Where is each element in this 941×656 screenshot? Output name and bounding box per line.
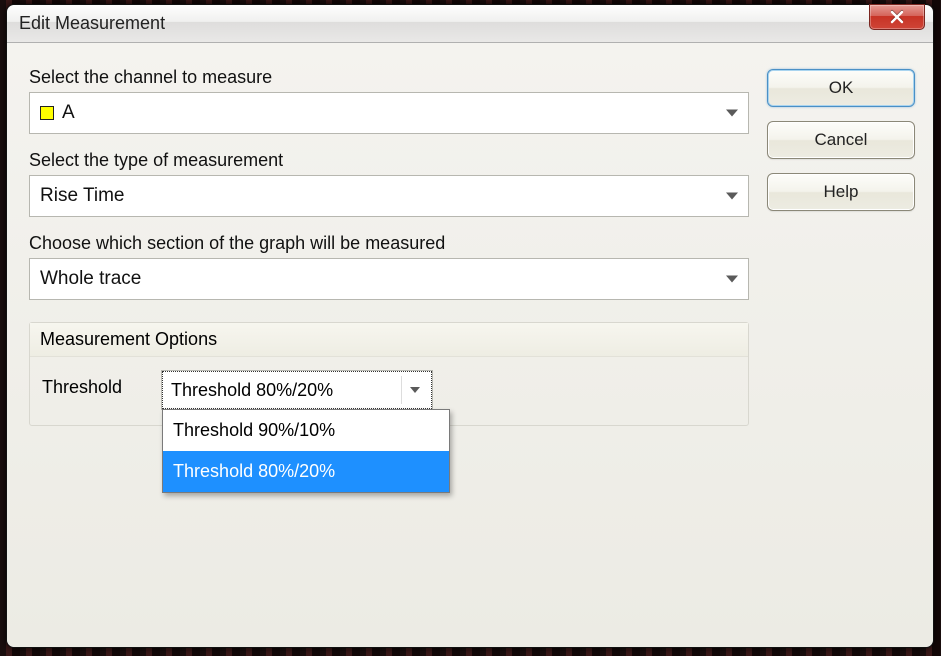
chevron-down-icon <box>726 276 738 283</box>
ok-button[interactable]: OK <box>767 69 915 107</box>
type-combo-value: Rise Time <box>40 185 124 207</box>
measurement-options-group: Measurement Options Threshold Threshold … <box>29 322 749 426</box>
window-title: Edit Measurement <box>19 13 165 34</box>
help-button[interactable]: Help <box>767 173 915 211</box>
form-column: Select the channel to measure A Select t… <box>29 63 749 629</box>
channel-combo-value: A <box>62 102 75 124</box>
titlebar[interactable]: Edit Measurement <box>7 5 933 43</box>
close-icon <box>890 10 904 24</box>
threshold-label: Threshold <box>42 371 122 398</box>
channel-combo[interactable]: A <box>29 92 749 134</box>
type-label: Select the type of measurement <box>29 150 749 171</box>
cancel-button[interactable]: Cancel <box>767 121 915 159</box>
threshold-option[interactable]: Threshold 90%/10% <box>163 410 449 451</box>
type-combo[interactable]: Rise Time <box>29 175 749 217</box>
chevron-down-icon <box>726 193 738 200</box>
section-label: Choose which section of the graph will b… <box>29 233 749 254</box>
threshold-combo-value: Threshold 80%/20% <box>171 380 333 401</box>
section-combo-value: Whole trace <box>40 268 141 290</box>
cancel-button-label: Cancel <box>815 130 868 150</box>
group-title: Measurement Options <box>30 323 748 357</box>
close-button[interactable] <box>869 4 925 30</box>
ok-button-label: OK <box>829 78 854 98</box>
chevron-down-icon <box>410 387 420 393</box>
client-area: Select the channel to measure A Select t… <box>7 43 933 647</box>
threshold-option[interactable]: Threshold 80%/20% <box>163 451 449 492</box>
chevron-down-icon <box>726 110 738 117</box>
dialog-window: Edit Measurement Select the channel to m… <box>6 4 934 648</box>
button-column: OK Cancel Help <box>767 63 915 629</box>
threshold-dropdown: Threshold 90%/10% Threshold 80%/20% <box>162 409 450 493</box>
group-body: Threshold Threshold 80%/20% Threshold 90… <box>30 357 748 425</box>
threshold-combo-button[interactable] <box>401 376 427 404</box>
threshold-combo[interactable]: Threshold 80%/20% Threshold 90%/10% Thre… <box>162 371 432 409</box>
channel-color-chip <box>40 106 54 120</box>
help-button-label: Help <box>824 182 859 202</box>
channel-label: Select the channel to measure <box>29 67 749 88</box>
section-combo[interactable]: Whole trace <box>29 258 749 300</box>
